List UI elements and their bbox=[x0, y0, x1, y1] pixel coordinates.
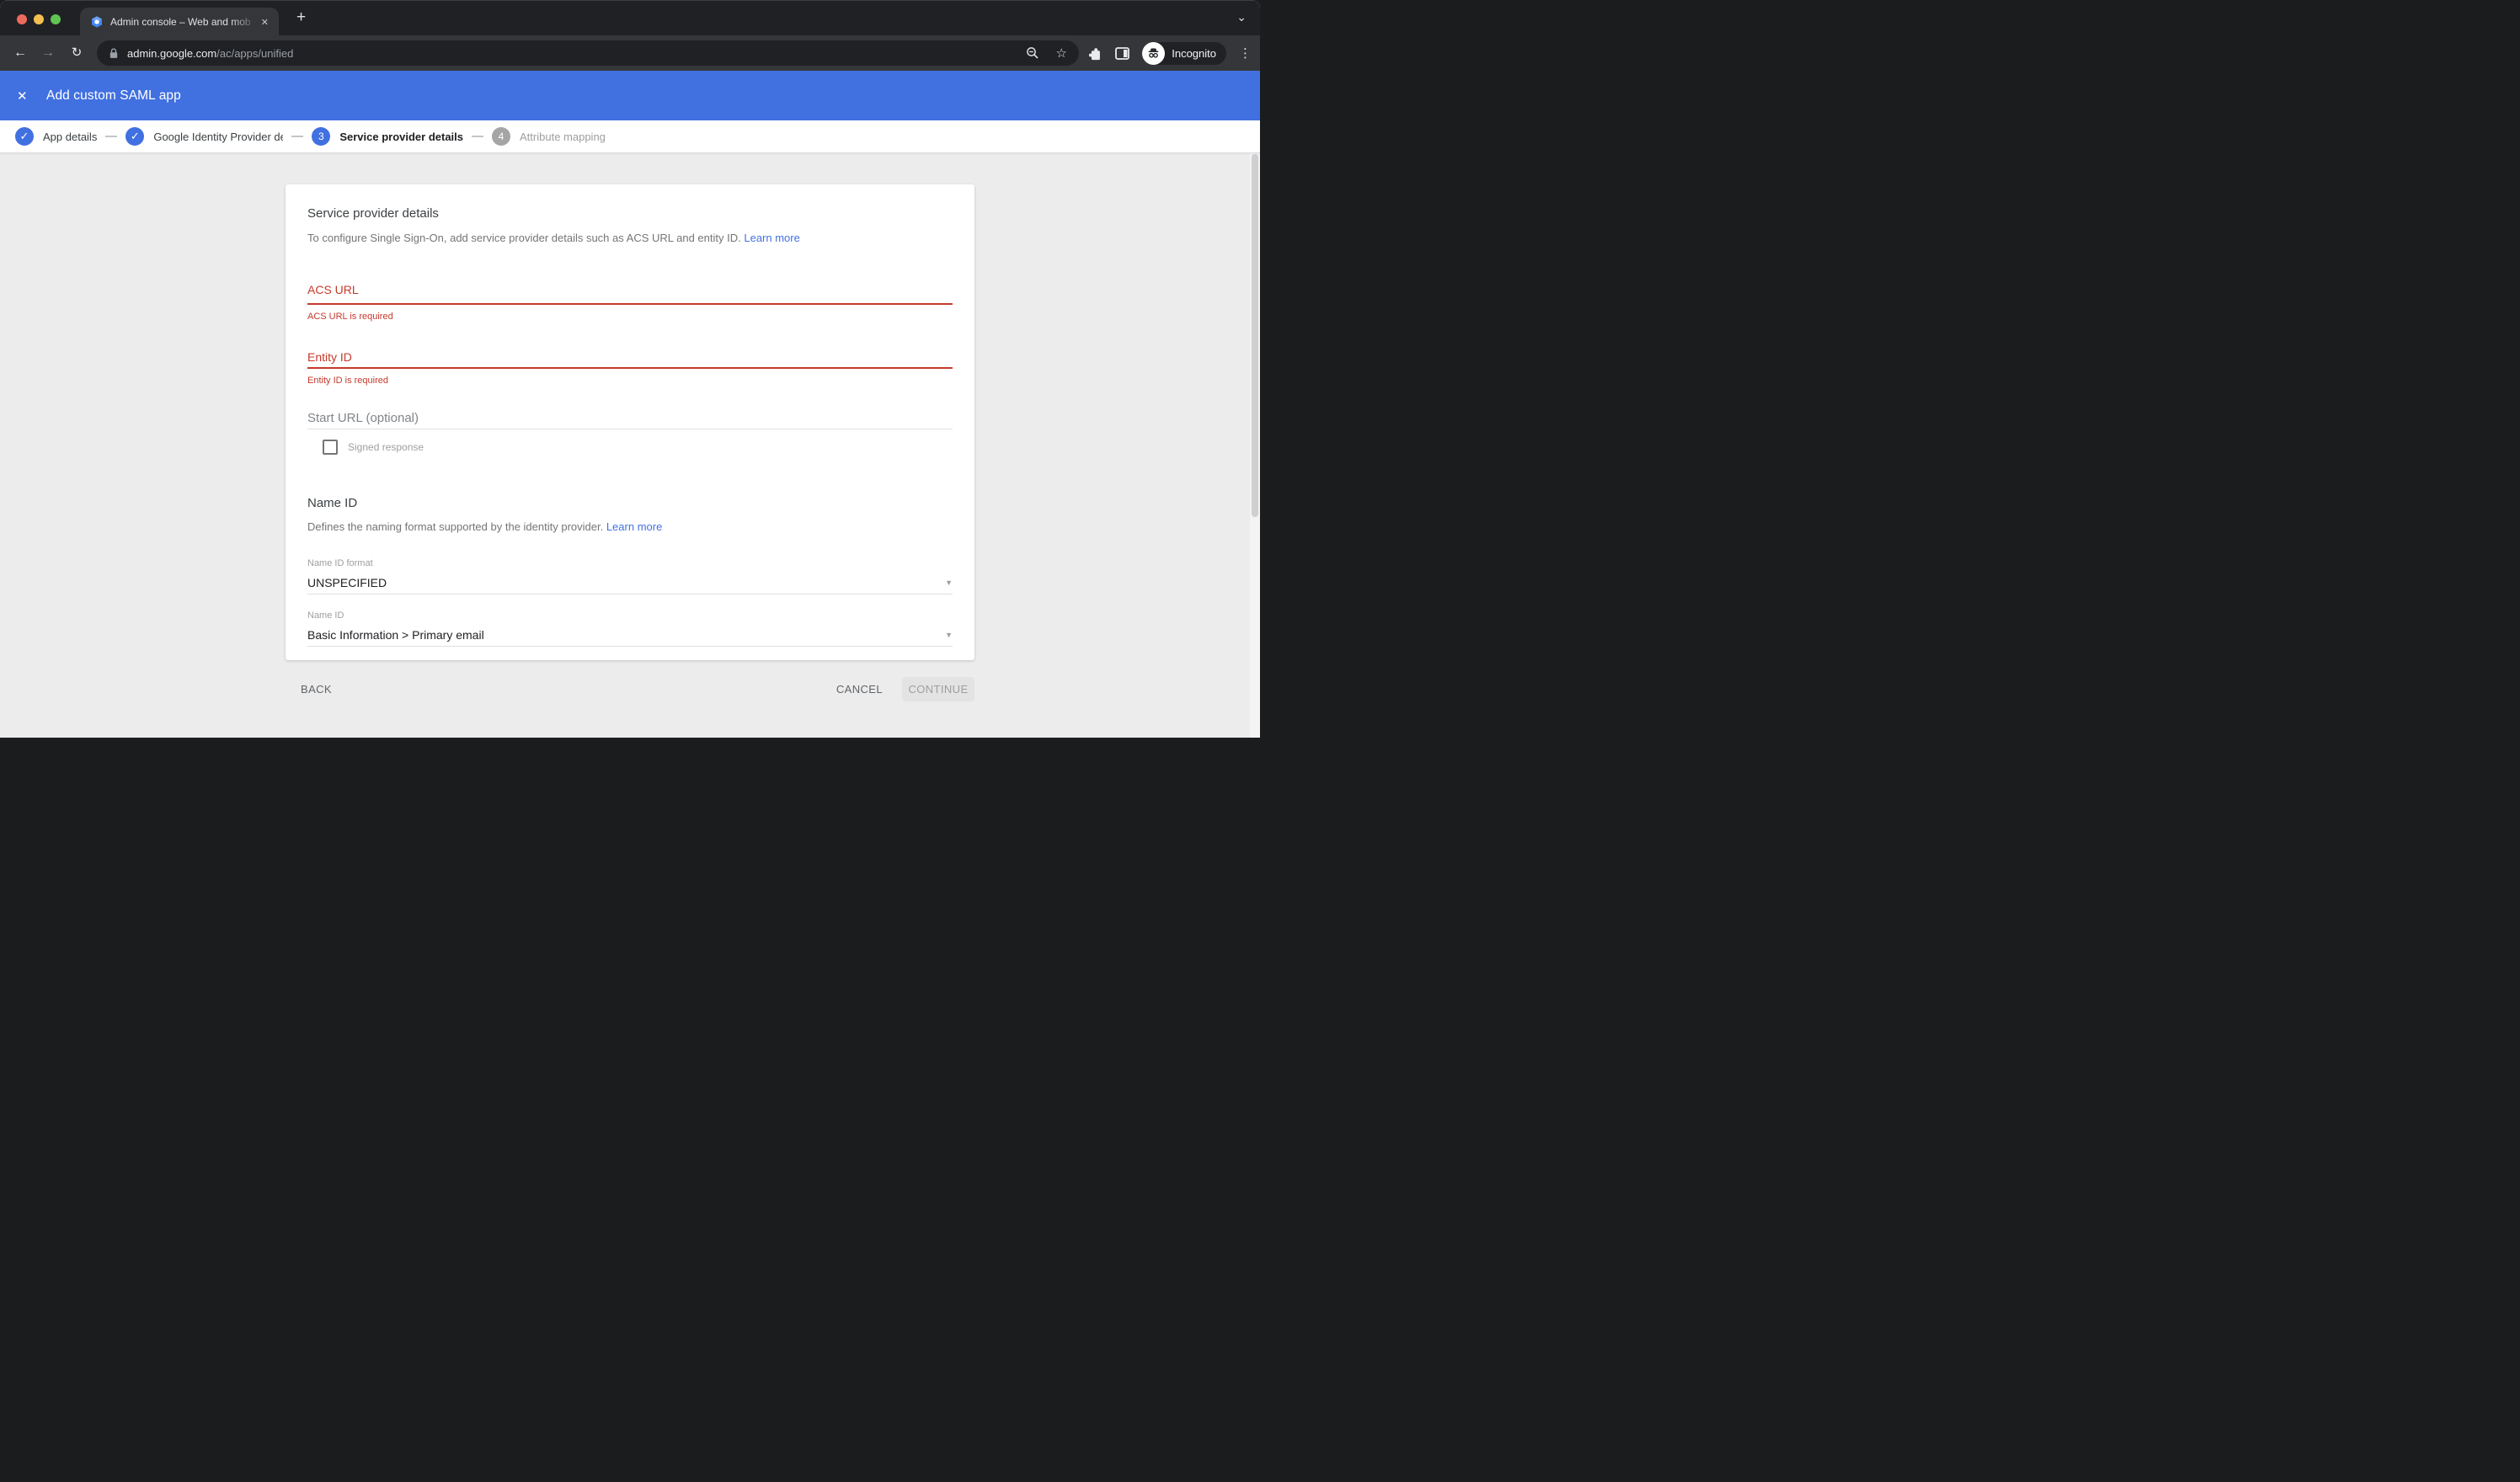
minimize-window-button[interactable] bbox=[34, 14, 44, 24]
step-connector bbox=[472, 136, 483, 137]
fullscreen-window-button[interactable] bbox=[51, 14, 61, 24]
side-panel-icon[interactable] bbox=[1115, 47, 1129, 60]
step-1-label: App details bbox=[43, 131, 97, 143]
select-underline bbox=[307, 646, 953, 647]
acs-url-error-text: ACS URL is required bbox=[307, 312, 953, 322]
cancel-button[interactable]: CANCEL bbox=[836, 683, 883, 696]
acs-url-label: ACS URL bbox=[307, 283, 953, 296]
entity-id-label: Entity ID bbox=[307, 350, 953, 364]
wizard-footer: BACK CANCEL CONTINUE bbox=[286, 676, 974, 701]
dialog-header: ✕ Add custom SAML app bbox=[0, 71, 1260, 120]
step-2-label: Google Identity Provider details bbox=[153, 131, 283, 143]
tab-strip: Admin console – Web and mob ✕ + ⌄ bbox=[0, 0, 1260, 35]
dropdown-caret-icon: ▼ bbox=[945, 578, 953, 587]
start-url-placeholder: Start URL (optional) bbox=[307, 411, 953, 425]
new-tab-button[interactable]: + bbox=[296, 8, 306, 27]
back-step-button[interactable]: BACK bbox=[301, 683, 332, 696]
signed-response-row: Signed response bbox=[307, 440, 953, 455]
url-text[interactable]: admin.google.com/ac/apps/unified bbox=[127, 47, 293, 60]
incognito-label: Incognito bbox=[1172, 47, 1216, 60]
name-id-value: Basic Information > Primary email bbox=[307, 628, 945, 642]
signed-response-label: Signed response bbox=[348, 441, 424, 453]
step-google-idp-details[interactable]: ✓ Google Identity Provider details bbox=[125, 127, 283, 146]
zoom-icon[interactable] bbox=[1026, 46, 1039, 60]
browser-menu-icon[interactable]: ⋮ bbox=[1239, 45, 1252, 61]
page-content: Service provider details To configure Si… bbox=[0, 152, 1260, 738]
acs-url-input[interactable] bbox=[307, 303, 953, 305]
browser-tab[interactable]: Admin console – Web and mob ✕ bbox=[80, 8, 279, 36]
step-3-number: 3 bbox=[312, 127, 330, 146]
close-window-button[interactable] bbox=[17, 14, 27, 24]
entity-id-field[interactable]: Entity ID Entity ID is required bbox=[307, 350, 953, 386]
step-4-label: Attribute mapping bbox=[520, 131, 606, 143]
bookmark-star-icon[interactable]: ☆ bbox=[1056, 45, 1067, 61]
reload-button[interactable]: ↻ bbox=[67, 44, 87, 62]
name-id-format-select[interactable]: UNSPECIFIED ▼ bbox=[307, 576, 953, 589]
continue-button[interactable]: CONTINUE bbox=[902, 677, 974, 701]
name-id-label: Name ID bbox=[307, 610, 953, 621]
learn-more-link[interactable]: Learn more bbox=[744, 232, 799, 244]
back-button[interactable]: ← bbox=[10, 44, 30, 62]
name-id-select[interactable]: Basic Information > Primary email ▼ bbox=[307, 628, 953, 642]
name-id-format-label: Name ID format bbox=[307, 558, 953, 568]
browser-toolbar: ← → ↻ admin.google.com/ac/apps/unified ☆ bbox=[0, 35, 1260, 71]
dialog-title: Add custom SAML app bbox=[46, 88, 181, 104]
url-path: /ac/apps/unified bbox=[216, 47, 293, 60]
step-4-number: 4 bbox=[492, 127, 510, 146]
entity-id-input[interactable] bbox=[307, 367, 953, 369]
close-dialog-icon[interactable]: ✕ bbox=[17, 88, 29, 104]
learn-more-link[interactable]: Learn more bbox=[606, 520, 662, 533]
step-1-check-icon: ✓ bbox=[15, 127, 34, 146]
lock-icon bbox=[109, 48, 119, 59]
service-provider-details-card: Service provider details To configure Si… bbox=[286, 184, 974, 660]
dropdown-caret-icon: ▼ bbox=[945, 631, 953, 639]
incognito-icon bbox=[1142, 42, 1165, 65]
step-service-provider-details[interactable]: 3 Service provider details bbox=[312, 127, 463, 146]
tab-close-icon[interactable]: ✕ bbox=[258, 15, 272, 29]
step-connector bbox=[291, 136, 303, 137]
scrollbar-thumb[interactable] bbox=[1252, 154, 1258, 517]
forward-button[interactable]: → bbox=[38, 44, 58, 62]
name-id-format-value: UNSPECIFIED bbox=[307, 576, 945, 589]
browser-window: Admin console – Web and mob ✕ + ⌄ ← → ↻ … bbox=[0, 0, 1260, 741]
step-2-check-icon: ✓ bbox=[125, 127, 144, 146]
name-id-heading: Name ID bbox=[307, 496, 953, 510]
url-domain: admin.google.com bbox=[127, 47, 216, 60]
step-app-details[interactable]: ✓ App details bbox=[15, 127, 97, 146]
signed-response-checkbox[interactable] bbox=[323, 440, 338, 455]
step-connector bbox=[105, 136, 117, 137]
name-id-description: Defines the naming format supported by t… bbox=[307, 520, 953, 533]
tab-title: Admin console – Web and mob bbox=[110, 16, 258, 28]
start-url-field[interactable]: Start URL (optional) bbox=[307, 411, 953, 429]
entity-id-error-text: Entity ID is required bbox=[307, 376, 953, 386]
wizard-stepper: ✓ App details ✓ Google Identity Provider… bbox=[0, 120, 1260, 153]
card-description: To configure Single Sign-On, add service… bbox=[307, 232, 953, 244]
admin-console-favicon-icon bbox=[90, 15, 104, 29]
card-heading: Service provider details bbox=[307, 206, 953, 221]
chevron-down-icon[interactable]: ⌄ bbox=[1236, 10, 1247, 24]
window-controls bbox=[17, 14, 61, 24]
scrollbar[interactable] bbox=[1250, 152, 1260, 738]
address-bar[interactable]: admin.google.com/ac/apps/unified ☆ bbox=[97, 40, 1079, 66]
acs-url-field[interactable]: ACS URL ACS URL is required bbox=[307, 283, 953, 322]
extensions-puzzle-icon[interactable] bbox=[1088, 45, 1102, 61]
toolbar-right-icons: Incognito ⋮ bbox=[1088, 35, 1252, 71]
step-attribute-mapping[interactable]: 4 Attribute mapping bbox=[492, 127, 606, 146]
step-3-label: Service provider details bbox=[339, 131, 463, 143]
incognito-badge[interactable]: Incognito bbox=[1142, 42, 1226, 65]
window-bottom-edge bbox=[0, 738, 1260, 741]
